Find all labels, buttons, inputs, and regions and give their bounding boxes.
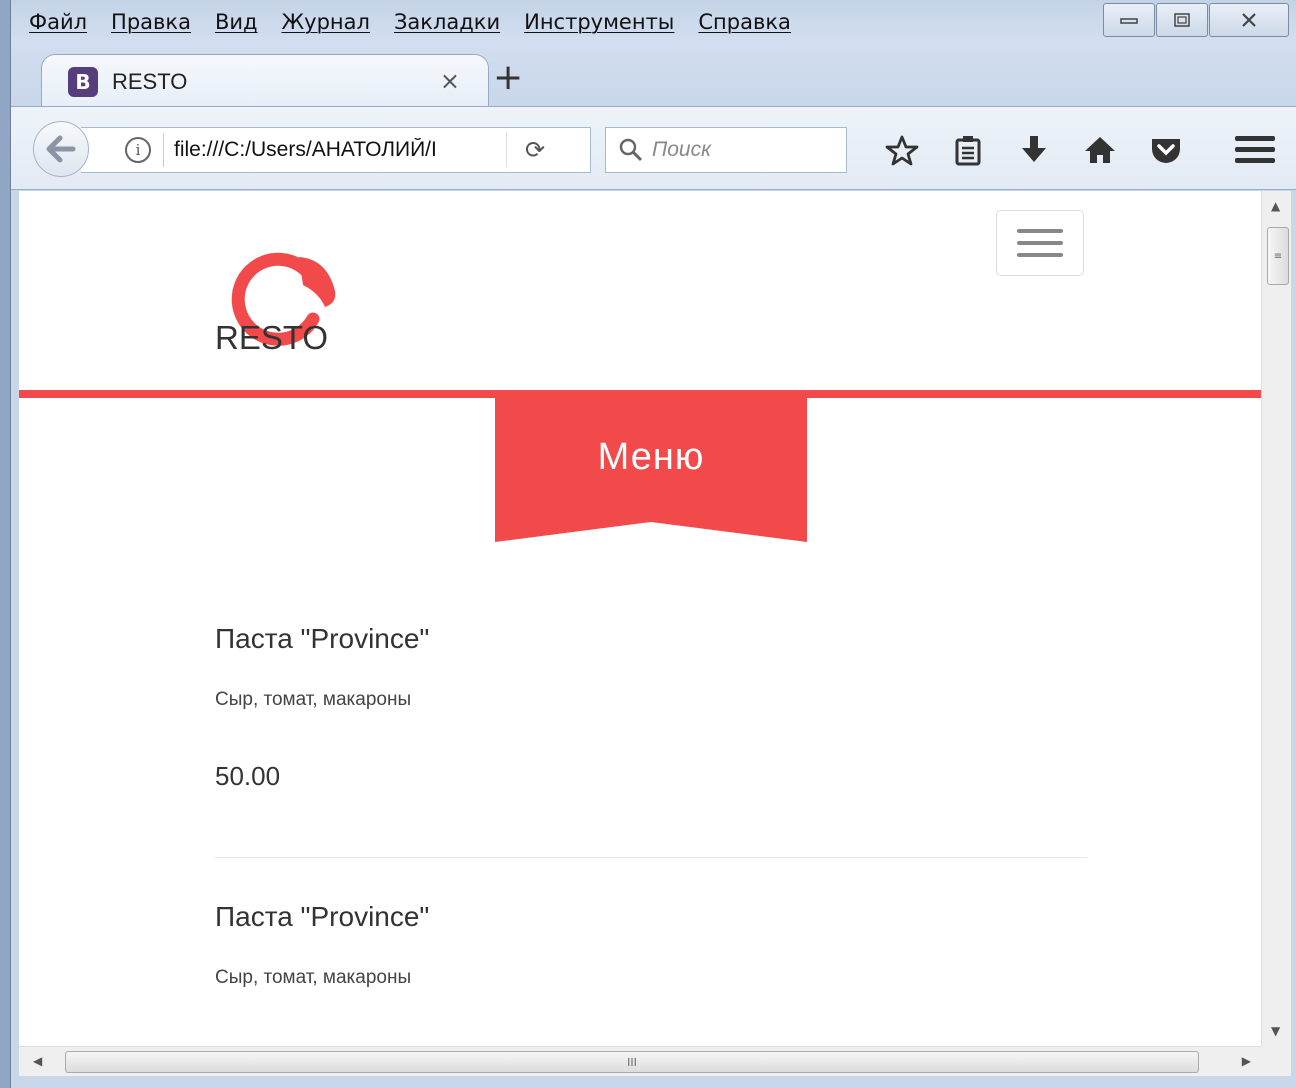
restore-icon [1174, 13, 1190, 27]
tab-strip: B RESTO × + [11, 44, 1296, 108]
nav-toggle-button[interactable] [996, 210, 1084, 276]
maximize-button[interactable] [1156, 3, 1208, 37]
bookmark-star-button[interactable] [869, 129, 935, 171]
browser-window: Файл Правка Вид Журнал Закладки Инструме… [10, 0, 1296, 1088]
navigation-toolbar: i file:///C:/Users/АНАТОЛИЙ/I ⟳ Поиск [11, 106, 1296, 190]
menu-edit[interactable]: Правка [111, 10, 191, 34]
scroll-right-arrow[interactable]: ▶ [1242, 1054, 1251, 1068]
back-button[interactable] [33, 121, 89, 177]
menu-history[interactable]: Журнал [282, 10, 370, 34]
pocket-button[interactable] [1133, 129, 1199, 171]
scroll-up-arrow[interactable]: ▲ [1271, 199, 1280, 213]
item-divider [215, 857, 1087, 858]
horizontal-scrollbar[interactable]: ◀ III ▶ [19, 1046, 1261, 1076]
back-arrow-icon [46, 135, 76, 163]
vertical-scrollbar[interactable]: ▲ ≡ ▼ [1261, 191, 1291, 1046]
downloads-button[interactable] [1001, 129, 1067, 171]
hamburger-line [1017, 241, 1063, 245]
bootstrap-favicon-icon: B [68, 66, 98, 97]
horizontal-scroll-thumb[interactable]: III [65, 1051, 1199, 1073]
clipboard-list-icon [955, 136, 981, 166]
search-placeholder: Поиск [652, 138, 711, 161]
reading-list-button[interactable] [935, 129, 1001, 171]
reload-icon[interactable]: ⟳ [525, 136, 545, 164]
menu-item-name: Паста "Province" [215, 623, 430, 654]
star-icon [885, 135, 919, 166]
scrollbar-corner [1261, 1046, 1291, 1076]
url-text[interactable]: file:///C:/Users/АНАТОЛИЙ/I [174, 138, 492, 162]
home-button[interactable] [1067, 129, 1133, 171]
brand-text: RESTO [215, 319, 329, 356]
close-icon [1242, 13, 1256, 27]
scroll-left-arrow[interactable]: ◀ [33, 1054, 42, 1068]
section-title: Меню [597, 436, 705, 478]
menu-view[interactable]: Вид [215, 10, 258, 34]
minimize-button[interactable] [1103, 3, 1155, 37]
browser-menu-button[interactable] [1235, 129, 1275, 169]
menu-item-price: 50.00 [215, 761, 281, 791]
close-window-button[interactable] [1209, 3, 1289, 37]
menu-item-name: Паста "Province" [215, 901, 430, 932]
menu-item-description: Сыр, томат, макароны [215, 689, 412, 710]
hamburger-line [1017, 253, 1063, 257]
minimize-icon [1120, 18, 1138, 24]
vertical-scroll-thumb[interactable]: ≡ [1267, 227, 1289, 285]
menu-bookmarks[interactable]: Закладки [394, 10, 500, 34]
menu-bar: Файл Правка Вид Журнал Закладки Инструме… [11, 0, 1296, 44]
download-icon [1022, 136, 1046, 162]
tab-title: RESTO [112, 68, 188, 94]
hamburger-line [1017, 229, 1063, 233]
window-controls [1102, 3, 1289, 37]
menu-bar-line [1235, 146, 1275, 152]
tab-resto[interactable]: B RESTO × [41, 54, 489, 108]
menu-bar-line [1235, 135, 1275, 141]
search-bar[interactable]: Поиск [605, 127, 847, 173]
info-icon[interactable]: i [125, 137, 151, 163]
new-tab-button[interactable]: + [493, 58, 523, 98]
toolbar-icons [869, 129, 1199, 171]
search-icon [619, 138, 643, 162]
page-viewport: RESTO Меню Паста "Province" Сыр, томат, … [19, 191, 1261, 1046]
tab-close-button[interactable]: × [440, 67, 460, 95]
menu-item-description: Сыр, томат, макароны [215, 967, 412, 988]
menu-file[interactable]: Файл [29, 10, 87, 34]
menu-bar-line [1235, 157, 1275, 163]
menu-help[interactable]: Справка [698, 10, 791, 34]
scroll-down-arrow[interactable]: ▼ [1271, 1024, 1280, 1038]
home-icon [1085, 137, 1115, 163]
menu-tools[interactable]: Инструменты [524, 10, 674, 34]
url-bar[interactable]: i file:///C:/Users/АНАТОЛИЙ/I ⟳ [81, 127, 591, 173]
url-separator [163, 133, 164, 167]
reload-separator [506, 133, 507, 167]
pocket-icon [1152, 139, 1180, 163]
